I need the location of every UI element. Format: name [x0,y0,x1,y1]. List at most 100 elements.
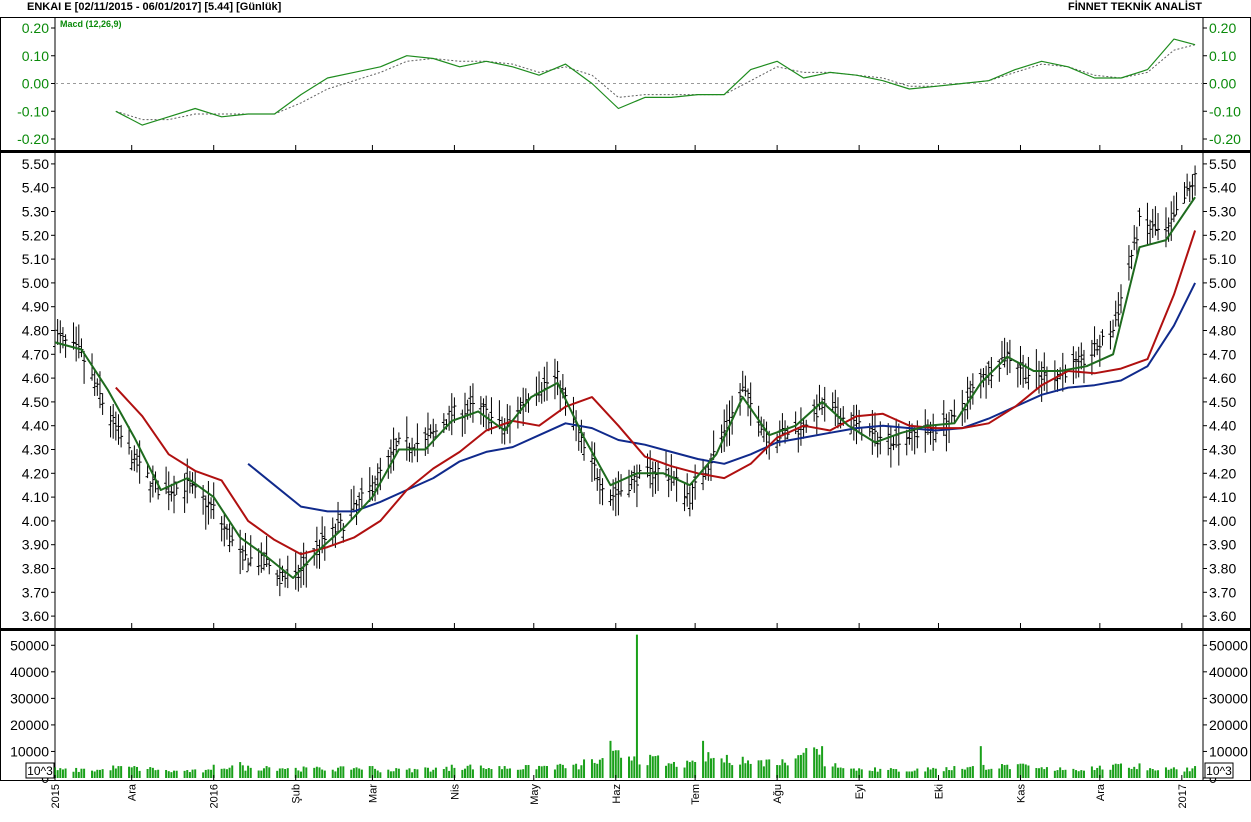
volume-axis-label: 20000 [1209,717,1248,733]
stock-chart: 0.20 0.20 0.10 0.10 0.00 0.00 -0.10 -0.10 -0.20 -… [0,17,1251,808]
volume-bar [487,768,490,778]
volume-bar [183,770,186,778]
volume-bar [1154,770,1157,778]
volume-bar [416,769,419,778]
volume-bar [387,769,390,778]
volume-bar [149,767,152,778]
x-tick-label: Ara [127,783,139,801]
price-panel: 5.50 5.50 5.40 5.40 5.30 5.30 5.20 5.20 5.10 5.10… [22,156,1237,624]
volume-bar [691,760,694,778]
volume-bar [1064,769,1067,778]
volume-bar [286,768,289,778]
volume-bar [842,768,845,778]
volume-bar [318,767,321,778]
price-axis-tick-label: 3.70 [22,584,49,600]
price-axis-tick-label: 4.10 [22,489,49,505]
volume-bar [117,766,120,778]
volume-bar [728,762,731,778]
macd-line [115,38,1196,126]
volume-bar [821,746,824,778]
volume-bar [860,769,863,778]
price-axis-tick-label: 5.20 [1209,227,1236,243]
volume-bar [672,761,675,778]
volume-bar [704,761,707,778]
volume-axis-label: 10000 [10,743,49,759]
macd-axis-tick-label: 0.10 [22,48,49,64]
volume-bar [601,758,604,778]
volume-bar [485,769,488,778]
volume-bar [276,770,279,778]
volume-bar [739,764,742,778]
volume-bar [1191,768,1194,778]
volume-bar [1151,769,1154,778]
volume-bar [1022,763,1025,778]
volume-bar [805,748,808,778]
price-axis-tick-label: 3.80 [22,561,49,577]
volume-bar [564,768,567,778]
x-tick-label: Ağu [772,784,784,804]
volume-bar [379,772,382,778]
date-axis: 2015 Ara 2016 Şub Mar Nis May Haz Tem Ağu Eyl Eki Ka… [50,145,1189,808]
volume-bar [138,770,141,778]
volume-bar [702,740,705,778]
volume-bar [1059,767,1062,778]
volume-bar [1024,764,1027,778]
volume-bar [1186,767,1189,778]
volume-bar [1135,769,1138,778]
volume-bar [823,766,826,778]
volume-bar [278,768,281,778]
volume-bar [405,769,408,778]
x-tick-label: Eki [934,784,946,799]
volume-bar [1038,768,1040,778]
volume-bar [223,768,226,778]
volume-bar [953,766,956,778]
volume-bar [553,769,556,778]
volume-bar [337,767,340,778]
volume-bar [723,762,726,778]
x-tick-label: Eyl [854,784,866,799]
volume-bar [559,763,562,778]
volume-bar [479,765,482,778]
volume-bar [1016,764,1019,778]
price-axis-tick-label: 3.80 [1209,561,1236,577]
volume-bar [961,768,964,778]
volume-bar [1188,771,1191,778]
volume-bar [98,769,101,778]
volume-bar [839,767,842,778]
volume-bar [469,764,472,778]
volume-bar [1093,770,1096,778]
volume-bar [1043,769,1046,778]
volume-bar [879,768,882,778]
volume-bar [408,768,411,778]
volume-bar [154,770,157,778]
volume-bar [1170,768,1173,778]
volume-bar [720,758,723,778]
x-tick-label: May [529,784,541,805]
volume-bar [572,764,575,778]
volume-bar [392,771,395,778]
price-axis-tick-label: 5.50 [1209,156,1236,172]
volume-bar [389,771,392,778]
volume-bar [1035,768,1038,778]
vol-panel-frame [0,630,1251,781]
price-axis-tick-label: 4.80 [22,323,49,339]
volume-bar [1133,766,1136,778]
price-axis-tick-label: 5.10 [22,251,49,267]
x-tick-label: 2017 [1177,784,1189,808]
volume-bar [855,770,858,778]
volume-bar [1090,766,1093,778]
volume-bar [368,766,371,778]
volume-bar [1061,770,1064,778]
volume-bar [707,752,710,778]
volume-bar [1138,763,1141,778]
price-axis-tick-label: 4.00 [1209,513,1236,529]
macd-panel: 0.20 0.20 0.10 0.10 0.00 0.00 -0.10 -0.10 -0.20 -… [17,20,1241,147]
volume-bar [350,769,353,778]
volume-bar [712,757,715,778]
volume-bar [749,763,752,778]
volume-bar [471,769,474,778]
volume-bar [297,770,300,778]
volume-axis-label: 40000 [1209,664,1248,680]
volume-bar [929,769,932,778]
volume-bar [1114,763,1117,778]
